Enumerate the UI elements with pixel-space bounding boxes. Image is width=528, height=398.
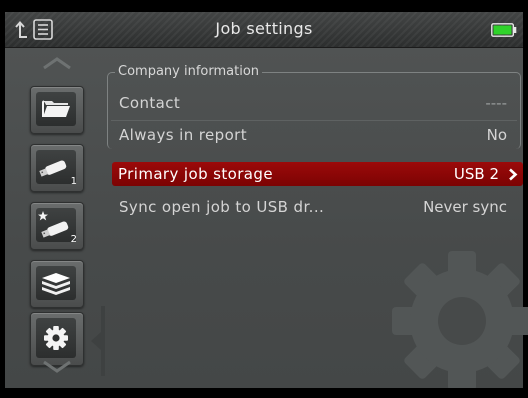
- chevron-right-icon: [509, 168, 518, 181]
- sidebar: 1 2: [5, 48, 105, 388]
- group-title: Company information: [115, 64, 263, 79]
- row-label: Sync open job to USB dr...: [119, 198, 325, 216]
- tab-settings-face: [36, 318, 76, 358]
- gear-icon: [44, 326, 68, 350]
- stack-icon: [42, 273, 70, 295]
- tab-usb-drive-2[interactable]: 2: [30, 202, 84, 250]
- folder-icon: [42, 100, 70, 117]
- tab-folder-face: [36, 92, 76, 126]
- row-label: Always in report: [119, 126, 248, 144]
- tab-usb-drive-1[interactable]: 1: [30, 144, 84, 192]
- tab-stack[interactable]: [30, 260, 84, 308]
- settings-content: Company information Contact ---- Always …: [105, 58, 528, 391]
- row-value: No: [486, 126, 507, 144]
- selected-tab-indicator: [91, 306, 105, 376]
- scroll-down-icon[interactable]: [42, 360, 72, 374]
- row-value: USB 2: [453, 165, 499, 183]
- scroll-up-icon[interactable]: [42, 56, 72, 70]
- title-bar: Job settings: [5, 12, 523, 48]
- screen: Job settings 1 2 Company information Con…: [0, 0, 528, 398]
- tab-folder[interactable]: [30, 86, 84, 134]
- row-value: Never sync: [423, 198, 507, 216]
- always-in-report-row[interactable]: Always in report No: [111, 122, 517, 148]
- page-title: Job settings: [215, 19, 313, 38]
- row-label: Contact: [119, 94, 181, 112]
- contact-row[interactable]: Contact ----: [111, 90, 517, 116]
- usb-drive-number: 1: [70, 176, 77, 187]
- gear-watermark-icon: [392, 251, 528, 391]
- battery-icon: [491, 23, 517, 37]
- tab-settings[interactable]: [30, 312, 84, 366]
- row-value: ----: [485, 94, 507, 112]
- usb-drive-number: 2: [70, 234, 77, 245]
- main-panel: 1 2 Company information Contact ---- Alw…: [5, 48, 528, 391]
- sync-to-usb-row[interactable]: Sync open job to USB dr... Never sync: [111, 194, 517, 220]
- bottom-bar: [0, 388, 528, 398]
- divider: [111, 120, 517, 121]
- tab-stack-face: [36, 266, 76, 300]
- primary-job-storage-row[interactable]: Primary job storage USB 2: [112, 162, 523, 186]
- row-label: Primary job storage: [118, 165, 273, 183]
